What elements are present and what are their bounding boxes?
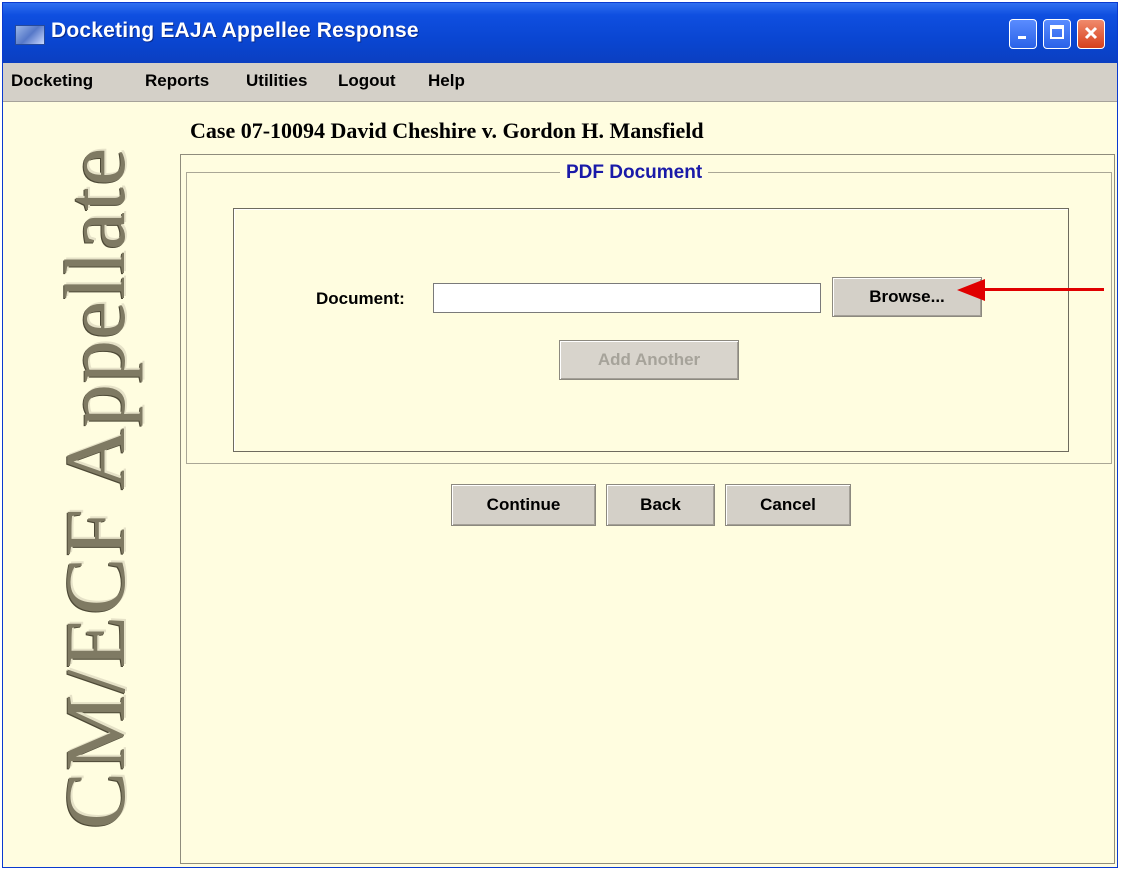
document-inner-box <box>233 208 1069 452</box>
app-icon <box>15 25 45 45</box>
title-bar: Docketing EAJA Appellee Response <box>3 3 1117 63</box>
sidebar-logo-area: CM/ECF Appellate <box>3 103 178 863</box>
document-label: Document: <box>316 289 405 308</box>
cancel-button[interactable]: Cancel <box>725 484 851 526</box>
minimize-icon <box>1016 24 1030 45</box>
menu-bar: Docketing Reports Utilities Logout Help <box>3 63 1117 102</box>
continue-button[interactable]: Continue <box>451 484 596 526</box>
annotation-arrow-line <box>983 288 1104 291</box>
close-button[interactable] <box>1077 19 1105 49</box>
document-path-input[interactable] <box>433 283 821 313</box>
menu-docketing[interactable]: Docketing <box>11 71 93 91</box>
menu-help[interactable]: Help <box>428 71 465 91</box>
annotation-arrow-head <box>957 279 985 301</box>
case-title: Case 07-10094 David Cheshire v. Gordon H… <box>190 118 704 143</box>
minimize-button[interactable] <box>1009 19 1037 49</box>
maximize-icon <box>1049 24 1065 45</box>
back-button[interactable]: Back <box>606 484 715 526</box>
menu-utilities[interactable]: Utilities <box>246 71 307 91</box>
window-title: Docketing EAJA Appellee Response <box>51 19 419 42</box>
pdf-document-legend: PDF Document <box>560 162 709 184</box>
cmecf-appellate-logo: CM/ECF Appellate <box>47 146 143 830</box>
menu-logout[interactable]: Logout <box>338 71 396 91</box>
add-another-button[interactable]: Add Another <box>559 340 739 380</box>
close-icon <box>1083 21 1099 47</box>
maximize-button[interactable] <box>1043 19 1071 49</box>
menu-reports[interactable]: Reports <box>145 71 209 91</box>
